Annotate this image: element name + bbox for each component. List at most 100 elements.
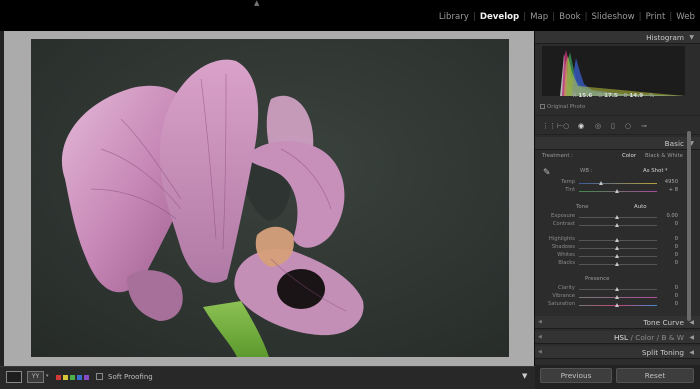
highlights-slider-thumb[interactable] (615, 238, 619, 242)
temp-slider-thumb[interactable] (599, 181, 603, 185)
blacks-slider-thumb[interactable] (615, 262, 619, 266)
expand-triangle-icon[interactable]: ◀ (538, 346, 542, 359)
expand-triangle-icon[interactable]: ◀ (538, 316, 542, 329)
highlights-value[interactable]: 0 (650, 236, 678, 242)
wb-preset-select[interactable]: As Shot (643, 168, 663, 174)
module-library[interactable]: Library (437, 12, 471, 22)
photo-preview[interactable] (31, 39, 509, 357)
module-web[interactable]: Web (674, 12, 697, 22)
soft-proofing-checkbox[interactable] (96, 373, 103, 380)
module-bar: ▲ Library | Develop | Map | Book | Slide… (0, 0, 700, 31)
r-label: R (572, 93, 577, 99)
treatment-label: Treatment : (542, 153, 573, 159)
collapse-triangle-icon[interactable]: ▼ (689, 31, 694, 44)
toolbar-options-icon[interactable]: ▼ (522, 372, 527, 380)
dropdown-arrow-icon[interactable]: ▾ (665, 167, 668, 173)
split-toning-header[interactable]: ◀ Split Toning ◀ (535, 346, 700, 359)
module-separator: | (638, 12, 642, 22)
split-toning-title: Split Toning (641, 348, 684, 357)
red-label-icon[interactable] (56, 375, 61, 380)
histogram-title: Histogram (646, 33, 684, 42)
panel-scrollbar[interactable] (687, 131, 691, 321)
highlights-label: Highlights (548, 236, 575, 242)
blacks-value[interactable]: 0 (650, 260, 678, 266)
reset-button[interactable]: Reset (616, 368, 694, 383)
b-label: B (623, 93, 628, 99)
temp-value[interactable]: 4950 (650, 179, 678, 185)
before-after-view-button[interactable]: YY (27, 371, 44, 383)
histogram-header[interactable]: Histogram ▼ (535, 31, 700, 44)
whites-value[interactable]: 0 (650, 252, 678, 258)
module-map[interactable]: Map (528, 12, 550, 22)
purple-label-icon[interactable] (84, 375, 89, 380)
graduated-filter-icon[interactable]: ▯ (611, 122, 615, 130)
bottom-toolbar: YY ▾ Soft Proofing ▼ (0, 366, 535, 389)
original-photo-toggle[interactable]: Original Photo (540, 104, 585, 110)
b-value: 14.9 (629, 93, 644, 99)
shadows-value[interactable]: 0 (650, 244, 678, 250)
loupe-view-icon[interactable] (6, 371, 22, 383)
module-print[interactable]: Print (644, 12, 668, 22)
module-develop[interactable]: Develop (478, 12, 521, 22)
bw-tab[interactable]: B & W (661, 333, 684, 342)
module-book[interactable]: Book (557, 12, 582, 22)
g-value: 17.5 (604, 93, 618, 99)
color-tab[interactable]: Color (635, 333, 654, 342)
contrast-value[interactable]: 0 (650, 221, 678, 227)
temp-slider[interactable] (579, 183, 657, 184)
soft-proofing-label[interactable]: Soft Proofing (108, 373, 153, 381)
module-slideshow[interactable]: Slideshow (589, 12, 636, 22)
saturation-slider-thumb[interactable] (615, 303, 619, 307)
blue-label-icon[interactable] (77, 375, 82, 380)
red-eye-icon[interactable]: ◎ (595, 122, 601, 130)
tint-slider-thumb[interactable] (615, 189, 619, 193)
radial-filter-icon[interactable]: ○ (625, 122, 631, 130)
previous-button[interactable]: Previous (540, 368, 612, 383)
r-value: 15.6 (578, 93, 593, 99)
tone-curve-header[interactable]: ◀ Tone Curve ◀ (535, 316, 700, 329)
shadows-slider-thumb[interactable] (615, 246, 619, 250)
view-dropdown-icon[interactable]: ▾ (46, 373, 49, 379)
contrast-slider-thumb[interactable] (615, 223, 619, 227)
crop-icon[interactable]: ⊢○ (557, 122, 569, 130)
grid-overlay-icon[interactable]: ⋮⋮ (542, 122, 556, 130)
clarity-slider-thumb[interactable] (615, 287, 619, 291)
shadows-label: Shadows (551, 244, 575, 250)
histogram-graph[interactable] (542, 46, 685, 96)
hsl-tab[interactable]: HSL (614, 333, 628, 342)
contrast-label: Contrast (552, 221, 575, 227)
collapse-triangle-icon[interactable]: ◀ (689, 331, 694, 344)
clarity-value[interactable]: 0 (650, 285, 678, 291)
percent-unit: % (648, 93, 655, 99)
g-label: G (598, 93, 603, 99)
exposure-slider-thumb[interactable] (615, 215, 619, 219)
spot-removal-icon[interactable]: ◉ (578, 122, 584, 130)
yellow-label-icon[interactable] (63, 375, 68, 380)
basic-header[interactable]: Basic ▼ (535, 137, 700, 150)
tint-value[interactable]: + 8 (650, 187, 678, 193)
green-label-icon[interactable] (70, 375, 75, 380)
top-panel-toggle-icon[interactable]: ▲ (254, 0, 259, 7)
collapse-triangle-icon[interactable]: ◀ (689, 346, 694, 359)
wb-label: WB : (580, 168, 593, 174)
treatment-color[interactable]: Color (622, 153, 636, 159)
vibrance-label: Vibrance (552, 293, 575, 299)
saturation-value[interactable]: 0 (650, 301, 678, 307)
adjustment-brush-icon[interactable]: ⊸ (641, 122, 647, 130)
hsl-tabs: HSL / Color / B & W (614, 331, 684, 344)
expand-triangle-icon[interactable]: ◀ (538, 331, 542, 344)
whites-slider-thumb[interactable] (615, 254, 619, 258)
temp-label: Temp (561, 179, 575, 185)
hsl-header[interactable]: ◀ HSL / Color / B & W ◀ (535, 331, 700, 344)
vibrance-value[interactable]: 0 (650, 293, 678, 299)
histogram-readout: R 15.6 G 17.5 B 14.9 % (542, 93, 685, 99)
module-separator: | (523, 12, 527, 22)
tone-auto-button[interactable]: Auto (634, 204, 647, 210)
vibrance-slider-thumb[interactable] (615, 295, 619, 299)
exposure-value[interactable]: 0.00 (650, 213, 678, 219)
module-separator: | (552, 12, 556, 22)
treatment-black-white[interactable]: Black & White (645, 153, 683, 159)
original-photo-checkbox[interactable] (540, 104, 545, 109)
clarity-label: Clarity (558, 285, 575, 291)
white-balance-picker-icon[interactable]: ✎ (543, 168, 551, 178)
